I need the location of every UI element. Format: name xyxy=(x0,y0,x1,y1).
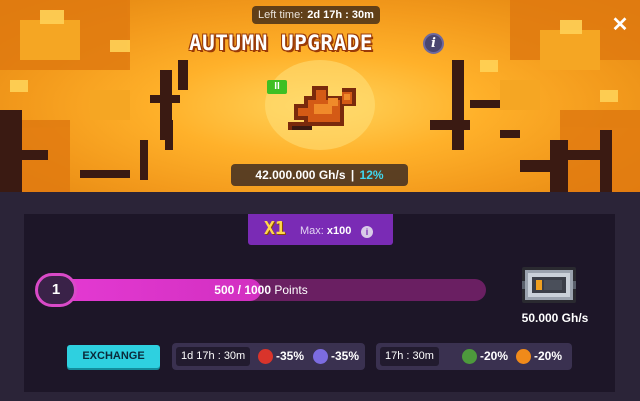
multiplier-current[interactable]: X1 xyxy=(264,218,286,240)
autumn-upgrade-modal: Left time: 2d 17h : 30m AUTUMN UPGRADE i … xyxy=(0,0,640,401)
frog-coin-icon xyxy=(462,349,477,364)
boost-percent: -35% xyxy=(276,349,305,363)
hashrate-separator: | xyxy=(350,168,355,182)
boost-percent: -20% xyxy=(534,349,563,363)
tron-coin-icon xyxy=(258,349,273,364)
autumn-leaf-icon xyxy=(288,86,356,130)
boost-card-2: 17h : 30m -20% -20% xyxy=(376,343,572,370)
autumn-banner: Left time: 2d 17h : 30m AUTUMN UPGRADE i … xyxy=(0,0,640,192)
page-title: AUTUMN UPGRADE xyxy=(189,31,374,55)
points-unit: Points xyxy=(274,283,308,297)
boost-timer: 1d 17h : 30m xyxy=(176,347,251,366)
left-time-badge: Left time: 2d 17h : 30m xyxy=(252,6,380,24)
multiplier-max-label: Max: xyxy=(300,225,324,237)
hashrate-value: 42.000.000 Gh/s xyxy=(255,168,346,182)
points-separator: / xyxy=(234,283,245,297)
left-time-label: Left time: xyxy=(258,9,304,21)
boost-percent: -20% xyxy=(480,349,509,363)
shiba-coin-icon xyxy=(516,349,531,364)
multiplier-info-icon[interactable]: i xyxy=(361,226,373,238)
multiplier-max: Max: x100 xyxy=(300,224,351,238)
boost-timer: 17h : 30m xyxy=(380,347,439,366)
upgrade-level-indicator: 1 xyxy=(35,273,77,307)
points-total: 1000 xyxy=(244,283,272,297)
close-icon[interactable]: ✕ xyxy=(610,15,630,35)
info-icon[interactable]: i xyxy=(423,33,444,54)
miner-case-icon xyxy=(522,267,576,303)
hashrate-percent: 12% xyxy=(359,168,384,182)
boost-card-1: 1d 17h : 30m -35% -35% xyxy=(172,343,365,370)
hashrate-pill: 42.000.000 Gh/s | 12% xyxy=(231,164,408,186)
left-time-value: 2d 17h : 30m xyxy=(307,9,374,21)
points-current: 500 xyxy=(214,283,235,297)
ethereum-coin-icon xyxy=(313,349,328,364)
multiplier-max-value: x100 xyxy=(326,225,352,237)
exchange-button[interactable]: EXCHANGE xyxy=(67,345,160,368)
points-progress-text: 500 / 1000 Points xyxy=(36,279,486,301)
reward-hashrate: 50.000 Gh/s xyxy=(521,311,589,325)
boost-percent: -35% xyxy=(331,349,360,363)
